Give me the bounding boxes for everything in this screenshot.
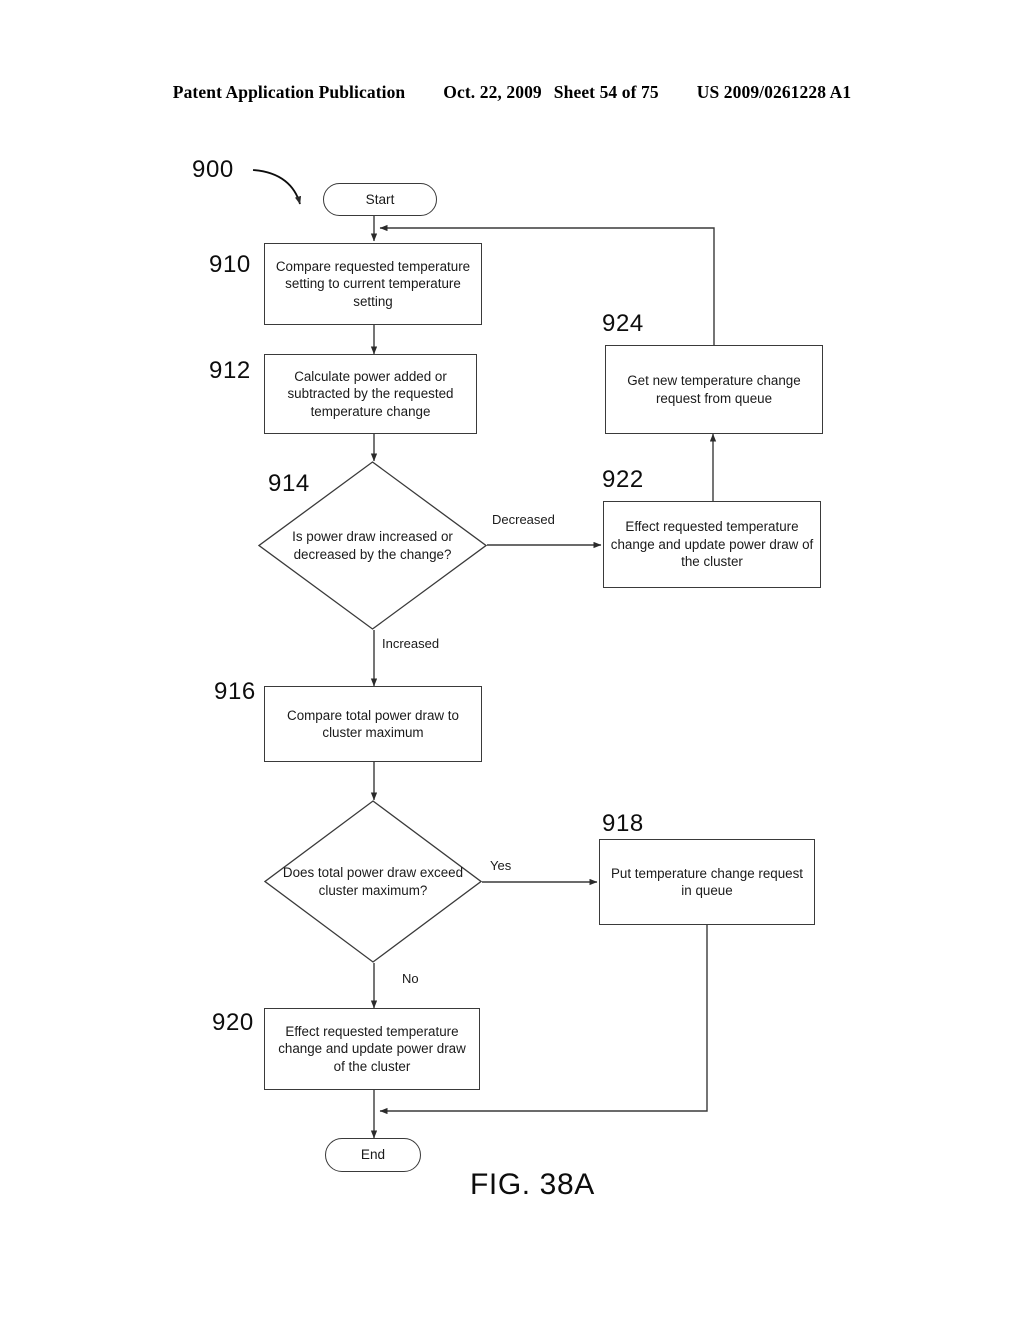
reference-numeral-912: 912	[209, 357, 251, 384]
edge-label-no: No	[400, 971, 421, 986]
edge-label-yes: Yes	[488, 858, 514, 873]
reference-numeral-918: 918	[602, 810, 644, 837]
flow-node-917-exceed-maximum-decision[interactable]: Does total power draw exceed cluster max…	[264, 800, 482, 963]
reference-numeral-920: 920	[212, 1009, 254, 1036]
flow-node-910-compare-temperature-setting[interactable]: Compare requested temperature setting to…	[264, 243, 482, 325]
reference-numeral-900: 900	[192, 156, 234, 183]
flow-node-914-power-draw-decision[interactable]: Is power draw increased or decreased by …	[258, 461, 487, 630]
flow-node-916-label: Compare total power draw to cluster maxi…	[287, 707, 459, 740]
reference-numeral-924: 924	[602, 310, 644, 337]
reference-numeral-916: 916	[214, 678, 256, 705]
flow-node-918-label: Put temperature change request in queue	[610, 865, 804, 898]
flow-node-end-label: End	[360, 1147, 386, 1163]
flow-node-920-effect-change-update-power[interactable]: Effect requested temperature change and …	[264, 1008, 480, 1090]
flow-node-start[interactable]: Start	[323, 183, 437, 216]
flow-node-910-label: Compare requested temperature setting to…	[275, 258, 471, 309]
flow-node-922-effect-change-update-power[interactable]: Effect requested temperature change and …	[603, 501, 821, 588]
flow-node-922-label: Effect requested temperature change and …	[610, 519, 814, 570]
flow-node-920-label: Effect requested temperature change and …	[278, 1023, 466, 1074]
flow-node-end[interactable]: End	[325, 1138, 421, 1172]
flow-node-912-calculate-power[interactable]: Calculate power added or subtracted by t…	[264, 354, 477, 434]
flow-node-914-label: Is power draw increased or decreased by …	[292, 529, 453, 562]
edge-label-decreased: Decreased	[490, 512, 557, 527]
flowchart-connectors	[252, 169, 717, 1139]
flow-node-916-compare-total-power-draw[interactable]: Compare total power draw to cluster maxi…	[264, 686, 482, 762]
reference-numeral-922: 922	[602, 466, 644, 493]
flow-node-924-label: Get new temperature change request from …	[627, 373, 801, 406]
edge-label-increased: Increased	[380, 636, 442, 651]
flow-node-912-label: Calculate power added or subtracted by t…	[287, 368, 454, 419]
reference-numeral-910: 910	[209, 251, 251, 278]
flow-node-924-get-new-request[interactable]: Get new temperature change request from …	[605, 345, 823, 434]
flow-node-start-label: Start	[365, 191, 395, 207]
flowchart-diagram: 900 910 912 914 916 918 920 922 924 Star…	[0, 0, 1024, 1320]
figure-caption: FIG. 38A	[470, 1168, 595, 1201]
flow-node-917-label: Does total power draw exceed cluster max…	[282, 865, 464, 898]
flow-node-918-put-request-in-queue[interactable]: Put temperature change request in queue	[599, 839, 815, 925]
